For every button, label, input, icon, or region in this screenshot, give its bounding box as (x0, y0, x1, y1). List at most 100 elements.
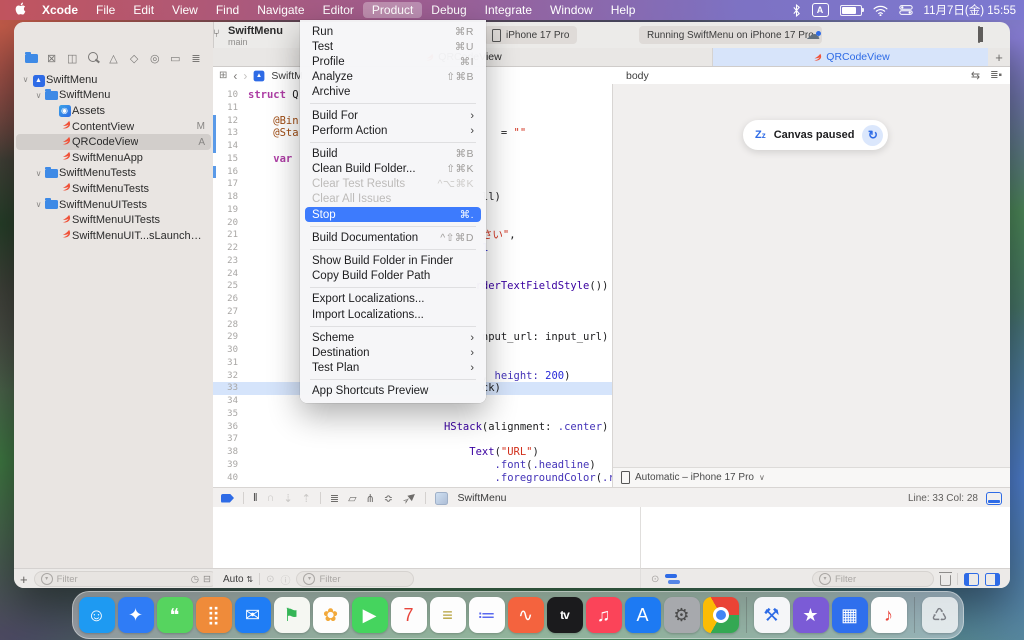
dock-shortcuts[interactable]: ▦ (832, 597, 868, 633)
simulate-location-icon[interactable]: ➢▶ (400, 489, 418, 507)
dock-quicktime[interactable]: ♪ (871, 597, 907, 633)
line-number[interactable]: 15 (213, 153, 242, 166)
running-process-label[interactable]: SwiftMenu (457, 492, 506, 504)
run-destination[interactable]: iPhone 17 Pro (484, 26, 577, 44)
disclosure-chevron-icon[interactable]: ∨ (33, 200, 44, 209)
dock-photos[interactable]: ✿ (313, 597, 349, 633)
line-number[interactable]: 19 (213, 204, 242, 217)
menubar-item-navigate[interactable]: Navigate (248, 2, 313, 18)
view-debugger-icon[interactable]: ≣ (330, 492, 339, 505)
code-line-38[interactable]: 38 Text("URL") (213, 446, 612, 459)
line-number[interactable]: 32 (213, 370, 242, 383)
file-tree-item-swiftmenuuitests[interactable]: SwiftMenuUITests (16, 212, 211, 228)
breadcrumb-tail[interactable]: body (626, 70, 649, 82)
file-tree-item-swiftmenuuitests[interactable]: ∨SwiftMenuUITests (16, 197, 211, 213)
menu-item-archive[interactable]: Archive (300, 85, 486, 100)
file-tree-item-swiftmenuapp[interactable]: SwiftMenuApp (16, 150, 211, 166)
disclosure-chevron-icon[interactable]: ∨ (33, 169, 44, 178)
file-tree-item-swiftmenutests[interactable]: ∨SwiftMenuTests (16, 166, 211, 182)
wifi-icon[interactable] (873, 5, 888, 16)
project-navigator-icon[interactable] (24, 52, 38, 64)
disclosure-chevron-icon[interactable]: ∨ (20, 75, 31, 84)
resume-preview-button[interactable]: ↻ (862, 125, 883, 146)
line-number[interactable]: 39 (213, 459, 242, 472)
code-line-37[interactable]: 37 (213, 433, 612, 446)
view-hierarchy-icon[interactable]: ▱ (348, 492, 356, 505)
back-icon[interactable]: ‹ (233, 69, 237, 83)
line-number[interactable]: 25 (213, 280, 242, 293)
console-filter-modes-icon[interactable] (665, 574, 677, 584)
canvas-device-label[interactable]: Automatic – iPhone 17 Pro (635, 472, 754, 483)
toggle-inspector-icon[interactable] (978, 28, 980, 42)
variables-filter-field[interactable]: ▾ Filter (296, 571, 414, 587)
menu-item-profile[interactable]: Profile⌘I (300, 54, 486, 69)
dock-garageband[interactable]: ∿ (508, 597, 544, 633)
navigator-filter-field[interactable]: ▾ Filter ◷ ⊟ (34, 571, 218, 587)
menubar-item-product[interactable]: Product (363, 2, 422, 18)
menubar-item-editor[interactable]: Editor (314, 2, 363, 18)
menu-item-app-shortcuts-preview[interactable]: App Shortcuts Preview (300, 384, 486, 399)
menu-item-perform-action[interactable]: Perform Action› (300, 123, 486, 138)
line-number[interactable]: 11 (213, 102, 242, 115)
dock-launchpad[interactable]: ⣿ (196, 597, 232, 633)
line-number[interactable]: 10 (213, 89, 242, 102)
pause-execution-icon[interactable]: ‖ (253, 492, 258, 504)
line-number[interactable]: 17 (213, 178, 242, 191)
source-control-icon[interactable]: ⊠ (45, 52, 59, 65)
line-number[interactable]: 30 (213, 344, 242, 357)
code-line-35[interactable]: 35 (213, 408, 612, 421)
cloud-status-icon[interactable]: ☁ (806, 26, 820, 43)
recent-files-icon[interactable]: ◷ (191, 574, 199, 585)
menubar-item-xcode[interactable]: Xcode (33, 2, 87, 18)
menu-item-build[interactable]: Build⌘B (300, 146, 486, 161)
control-center-icon[interactable] (899, 5, 913, 15)
line-number[interactable]: 28 (213, 319, 242, 332)
line-number[interactable]: 35 (213, 408, 242, 421)
eye-icon[interactable]: ⊙ (266, 574, 274, 585)
line-number[interactable]: 33 (213, 382, 242, 395)
dock-mail[interactable]: ✉ (235, 597, 271, 633)
activity-status[interactable]: Running SwiftMenu on iPhone 17 Pro (639, 26, 822, 44)
line-number[interactable]: 18 (213, 191, 242, 204)
line-number[interactable]: 22 (213, 242, 242, 255)
code-line-40[interactable]: 40 .foregroundColor(.red) (213, 472, 612, 485)
console-toggle-icon[interactable] (986, 492, 1002, 505)
dock-facetime[interactable]: ▶ (352, 597, 388, 633)
menubar-item-debug[interactable]: Debug (422, 2, 475, 18)
menubar-item-help[interactable]: Help (602, 2, 645, 18)
file-tree-item-swiftmenu[interactable]: ∨▲SwiftMenu (16, 72, 211, 88)
line-number[interactable]: 27 (213, 306, 242, 319)
menubar-item-integrate[interactable]: Integrate (476, 2, 541, 18)
variables-scope-select[interactable]: Auto ⇅ (223, 574, 253, 585)
environment-overrides-icon[interactable]: ≎ (384, 492, 393, 505)
menu-item-destination[interactable]: Destination› (300, 345, 486, 360)
file-tree-item-swiftmenu[interactable]: ∨SwiftMenu (16, 88, 211, 104)
bluetooth-icon[interactable] (792, 4, 801, 17)
menubar-item-file[interactable]: File (87, 2, 124, 18)
add-file-button[interactable]: + (20, 572, 28, 587)
line-number[interactable]: 23 (213, 255, 242, 268)
scheme-name[interactable]: SwiftMenu (228, 25, 283, 37)
bookmarks-icon[interactable]: ◫ (65, 52, 79, 65)
step-into-icon[interactable]: ⇣ (283, 492, 292, 505)
step-out-icon[interactable]: ⇡ (302, 492, 311, 505)
line-number[interactable]: 20 (213, 217, 242, 230)
line-number[interactable]: 21 (213, 229, 242, 242)
dock-messages[interactable]: ❝ (157, 597, 193, 633)
tab-qrcodeview-2[interactable]: QRCodeView (713, 48, 988, 66)
breakpoints-toggle-icon[interactable] (221, 494, 234, 503)
menu-item-copy-build-folder-path[interactable]: Copy Build Folder Path (300, 269, 486, 284)
dock-apple-tv[interactable]: tv (547, 597, 583, 633)
menu-item-scheme[interactable]: Scheme› (300, 330, 486, 345)
step-over-icon[interactable]: ∩ (267, 492, 275, 504)
editor-options-icon[interactable]: ≣▪ (990, 70, 1002, 81)
battery-icon[interactable] (840, 5, 862, 16)
menu-item-show-build-folder-in-finder[interactable]: Show Build Folder in Finder (300, 253, 486, 268)
dock-xcode[interactable]: ⚒ (754, 597, 790, 633)
source-control-filter-icon[interactable]: ⊟ (203, 574, 211, 585)
menu-item-run[interactable]: Run⌘R (300, 24, 486, 39)
menubar-item-view[interactable]: View (163, 2, 207, 18)
console-view[interactable] (640, 507, 1010, 568)
dock-chrome[interactable] (703, 597, 739, 633)
show-variables-panel-icon[interactable] (964, 573, 979, 586)
